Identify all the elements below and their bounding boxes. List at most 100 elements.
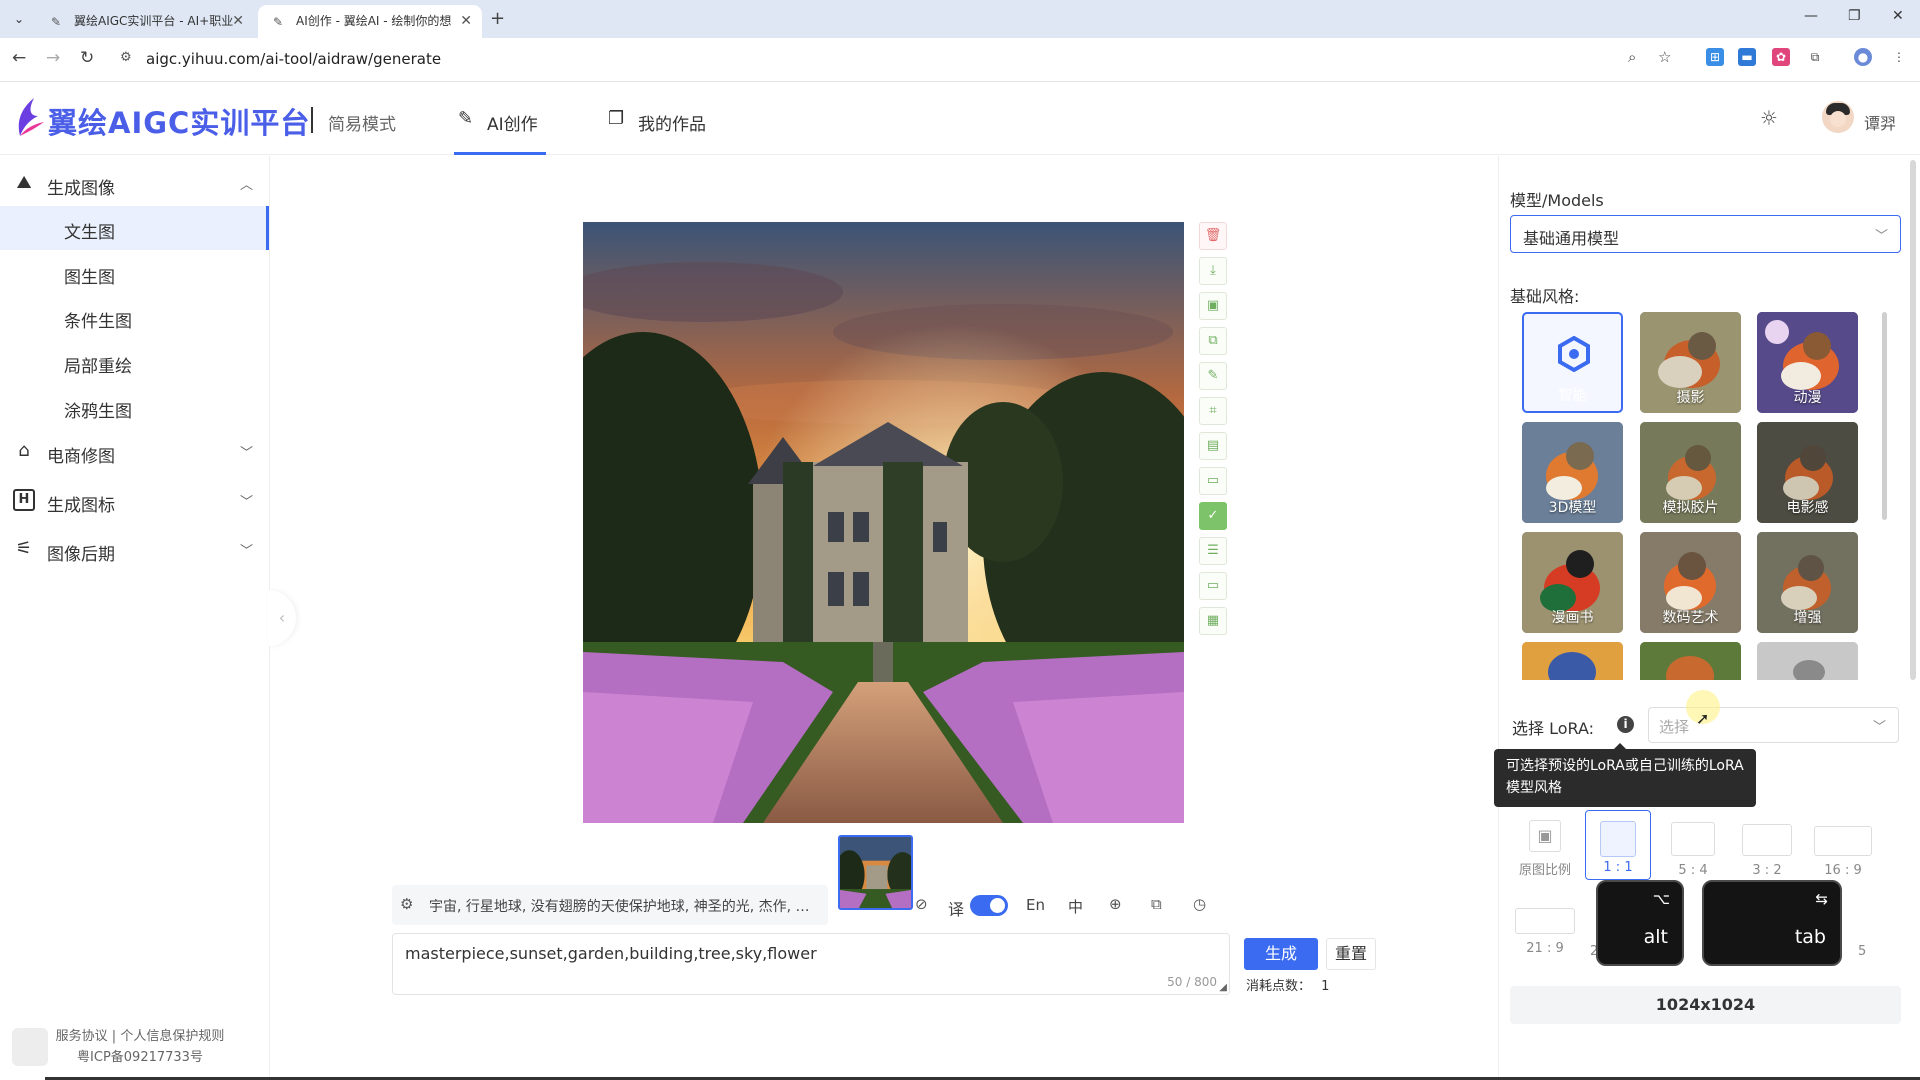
- result-thumbnail[interactable]: [838, 835, 913, 910]
- sidebar-item-inpaint[interactable]: 局部重绘: [0, 340, 269, 384]
- nav-ai-create[interactable]: ✎ AI创作: [454, 82, 546, 155]
- list-icon[interactable]: ☰: [1199, 537, 1227, 565]
- resize-grip-icon[interactable]: ◢: [1219, 982, 1227, 993]
- logo-icon[interactable]: [12, 96, 46, 140]
- generated-image[interactable]: [583, 222, 1184, 823]
- sidebar-item-scribble[interactable]: 涂鸦生图: [0, 385, 269, 429]
- footer-icp[interactable]: 粤ICP备09217733号: [40, 1047, 240, 1068]
- style-tile-enhance[interactable]: 增强: [1757, 532, 1858, 633]
- forward-icon[interactable]: →: [46, 48, 60, 68]
- style-scrollbar[interactable]: [1882, 312, 1887, 520]
- mouse-cursor-icon: ➚: [1696, 709, 1710, 728]
- style-label-text: 电影感: [1786, 500, 1829, 516]
- style-tile-cinematic[interactable]: 电影感: [1757, 422, 1858, 523]
- back-icon[interactable]: ←: [12, 48, 26, 68]
- minimize-icon[interactable]: —: [1804, 8, 1818, 24]
- sidebar-collapse-handle[interactable]: ‹: [268, 590, 296, 646]
- footer-links[interactable]: 服务协议 | 个人信息保护规则: [40, 1026, 240, 1047]
- clear-icon[interactable]: ⊘: [915, 895, 928, 913]
- folder-icon[interactable]: ▭: [1199, 572, 1227, 600]
- sidebar-group-post-process[interactable]: ⚟ 图像后期 ﹀: [0, 528, 269, 572]
- sidebar-footer: 服务协议 | 个人信息保护规则 粤ICP备09217733号: [40, 1026, 240, 1068]
- reset-button[interactable]: 重置: [1326, 938, 1376, 970]
- style-tile-film[interactable]: 模拟胶片: [1640, 422, 1741, 523]
- sidebar-item-text2img[interactable]: 文生图: [0, 206, 269, 250]
- bookmark-star-icon[interactable]: ☆: [1658, 48, 1671, 66]
- ratio-3-2[interactable]: 3 : 2: [1734, 812, 1800, 882]
- lora-select[interactable]: 选择 ﹀: [1648, 707, 1899, 743]
- zoom-icon[interactable]: ⌕: [1628, 48, 1636, 66]
- prompt-input[interactable]: masterpiece,sunset,garden,building,tree,…: [392, 933, 1230, 995]
- folder-icon[interactable]: ▭: [1199, 467, 1227, 495]
- sidebar-group-generate-image[interactable]: ⛰ 生成图像 ︿: [0, 162, 269, 206]
- ratio-1-1[interactable]: 1 : 1: [1585, 810, 1651, 880]
- image-icon[interactable]: ▣: [1199, 292, 1227, 320]
- more-icon[interactable]: ⋮: [1890, 48, 1908, 66]
- ratio-21-9[interactable]: 21 : 9: [1512, 890, 1578, 960]
- simple-mode-link[interactable]: 简易模式: [328, 110, 396, 135]
- style-label-text: 3D模型: [1548, 500, 1597, 516]
- document-icon[interactable]: ▤: [1199, 432, 1227, 460]
- history-clock-icon[interactable]: ◷: [1193, 895, 1206, 913]
- style-tile-smart[interactable]: 智能: [1522, 312, 1623, 413]
- prompt-history-bar[interactable]: ⚙ 宇宙, 行星地球, 没有翅膀的天使保护地球, 神圣的光, 杰作, 最好...: [392, 885, 828, 925]
- style-tile-partial[interactable]: [1640, 642, 1741, 680]
- ratio-16-9[interactable]: 16 : 9: [1810, 812, 1876, 882]
- reload-icon[interactable]: ↻: [80, 48, 94, 68]
- grid-icon[interactable]: ▦: [1199, 607, 1227, 635]
- maximize-icon[interactable]: ❐: [1848, 8, 1861, 24]
- tab-search-icon[interactable]: ⌄: [8, 8, 30, 30]
- puzzle-icon[interactable]: ⧉: [1806, 48, 1824, 66]
- style-tile-photo[interactable]: 摄影: [1640, 312, 1741, 413]
- sidebar-item-label: 文生图: [64, 223, 115, 243]
- browser-tab-1[interactable]: ✎ 翼绘AIGC实训平台 - AI+职业 ✕: [36, 5, 254, 38]
- info-icon[interactable]: i: [1617, 716, 1634, 733]
- model-select[interactable]: 基础通用模型 ﹀: [1510, 215, 1901, 253]
- sidebar-group-ecommerce[interactable]: ⌂ 电商修图 ﹀: [0, 430, 269, 474]
- style-tile-digital-art[interactable]: 数码艺术: [1640, 532, 1741, 633]
- profile-icon[interactable]: ●: [1854, 48, 1872, 66]
- style-tile-3d[interactable]: 3D模型: [1522, 422, 1623, 523]
- username[interactable]: 谭羿: [1864, 110, 1896, 134]
- style-tile-anime[interactable]: 动漫: [1757, 312, 1858, 413]
- copy-icon[interactable]: ⧉: [1199, 327, 1227, 355]
- style-label-text: 智能: [1558, 388, 1587, 404]
- extension-icon[interactable]: ▬: [1738, 48, 1756, 66]
- delete-icon[interactable]: 🗑: [1199, 222, 1227, 250]
- prompt-value: masterpiece,sunset,garden,building,tree,…: [405, 944, 817, 963]
- sidebar-group-icon-gen[interactable]: H 生成图标 ﹀: [0, 479, 269, 523]
- theme-sun-icon[interactable]: ☼: [1760, 106, 1778, 130]
- translate-toggle[interactable]: [970, 895, 1008, 916]
- ratio-original[interactable]: ▣ 原图比例: [1512, 812, 1578, 882]
- floating-widget[interactable]: [12, 1028, 48, 1066]
- sidebar-item-conditional[interactable]: 条件生图: [0, 295, 269, 339]
- style-tile-partial[interactable]: [1757, 642, 1858, 680]
- extension-icon[interactable]: ✿: [1772, 48, 1790, 66]
- logo-text[interactable]: 翼绘AIGC实训平台: [48, 100, 310, 142]
- browser-tab-2[interactable]: ✎ AI创作 - 翼绘AI - 绘制你的想 ✕: [258, 5, 482, 38]
- style-tile-comic[interactable]: 漫画书: [1522, 532, 1623, 633]
- close-icon[interactable]: ✕: [232, 5, 244, 38]
- ratio-partial-label: 5: [1858, 944, 1867, 959]
- sidebar-item-img2img[interactable]: 图生图: [0, 251, 269, 295]
- crop-icon[interactable]: ⌗: [1199, 397, 1227, 425]
- zoom-icon[interactable]: ⊕: [1109, 895, 1122, 913]
- style-grid: 智能 摄影 动漫 3D模型 模拟胶片 电影感 漫画书 数码艺术 增强: [1522, 312, 1882, 680]
- ratio-5-4[interactable]: 5 : 4: [1660, 812, 1726, 882]
- edit-icon[interactable]: ✎: [1199, 362, 1227, 390]
- window-close-icon[interactable]: ✕: [1892, 8, 1904, 24]
- extension-icon[interactable]: ⊞: [1706, 48, 1724, 66]
- style-tile-partial[interactable]: [1522, 642, 1623, 680]
- avatar[interactable]: [1822, 101, 1854, 133]
- url-field[interactable]: aigc.yihuu.com/ai-tool/aidraw/generate: [146, 50, 441, 68]
- lang-zh-button[interactable]: 中: [1068, 896, 1083, 917]
- download-icon[interactable]: ⤓: [1199, 257, 1227, 285]
- generate-button[interactable]: 生成: [1244, 938, 1318, 970]
- panel-scrollbar[interactable]: [1910, 160, 1916, 680]
- close-icon[interactable]: ✕: [460, 5, 472, 38]
- site-info-icon[interactable]: ⚙: [120, 50, 132, 65]
- lang-en-button[interactable]: En: [1026, 896, 1045, 914]
- check-icon[interactable]: ✓: [1199, 502, 1227, 530]
- new-tab-icon[interactable]: +: [490, 8, 505, 29]
- export-icon[interactable]: ⧉: [1151, 895, 1162, 913]
